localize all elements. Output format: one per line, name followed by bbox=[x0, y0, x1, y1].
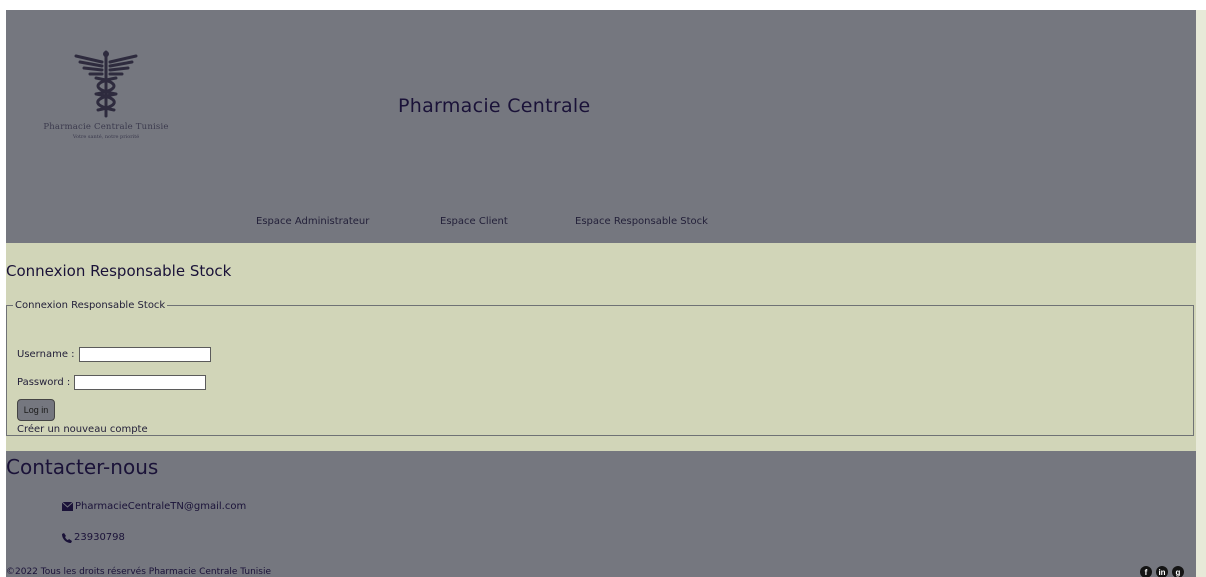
username-label: Username : bbox=[17, 349, 75, 360]
site-title: Pharmacie Centrale bbox=[398, 95, 591, 117]
nav-espace-client[interactable]: Espace Client bbox=[440, 216, 508, 227]
footer: Contacter-nous PharmacieCentraleTN@gmail… bbox=[6, 451, 1196, 577]
login-form-legend: Connexion Responsable Stock bbox=[15, 300, 166, 311]
main-nav: Espace Administrateur Espace Client Espa… bbox=[6, 216, 1196, 236]
page: Pharmacie Centrale Tunisie Votre santé, … bbox=[6, 10, 1196, 577]
nav-espace-responsable-stock[interactable]: Espace Responsable Stock bbox=[575, 216, 708, 227]
logo: Pharmacie Centrale Tunisie Votre santé, … bbox=[26, 50, 186, 160]
caduceus-logo-icon bbox=[74, 50, 138, 118]
password-row: Password : bbox=[17, 375, 207, 390]
envelope-icon bbox=[62, 502, 73, 511]
contact-phone-text: 23930798 bbox=[74, 532, 125, 543]
login-page-title: Connexion Responsable Stock bbox=[6, 262, 232, 280]
username-input[interactable] bbox=[78, 347, 211, 362]
password-label: Password : bbox=[17, 377, 71, 388]
contact-email-text: PharmacieCentraleTN@gmail.com bbox=[75, 501, 247, 512]
logo-tagline: Votre santé, notre priorité bbox=[72, 134, 140, 140]
nav-espace-administrateur[interactable]: Espace Administrateur bbox=[256, 216, 369, 227]
phone-icon bbox=[62, 532, 72, 543]
login-button[interactable]: Log in bbox=[17, 399, 55, 421]
password-input[interactable] bbox=[74, 375, 207, 390]
header: Pharmacie Centrale Tunisie Votre santé, … bbox=[6, 10, 1196, 243]
contact-title: Contacter-nous bbox=[6, 455, 159, 479]
logo-name: Pharmacie Centrale Tunisie bbox=[43, 122, 169, 132]
social-links: f in g bbox=[1140, 566, 1184, 577]
github-icon[interactable]: g bbox=[1172, 566, 1184, 577]
create-account-link[interactable]: Créer un nouveau compte bbox=[17, 424, 148, 435]
page-edge-strip bbox=[1196, 10, 1206, 577]
facebook-icon[interactable]: f bbox=[1140, 566, 1152, 577]
linkedin-icon[interactable]: in bbox=[1156, 566, 1168, 577]
username-row: Username : bbox=[17, 347, 211, 362]
copyright: ©2022 Tous les droits réservés Pharmacie… bbox=[6, 567, 272, 577]
login-form: Connexion Responsable Stock Username : P… bbox=[6, 300, 1194, 436]
contact-phone[interactable]: 23930798 bbox=[62, 532, 125, 543]
contact-email[interactable]: PharmacieCentraleTN@gmail.com bbox=[62, 501, 246, 512]
